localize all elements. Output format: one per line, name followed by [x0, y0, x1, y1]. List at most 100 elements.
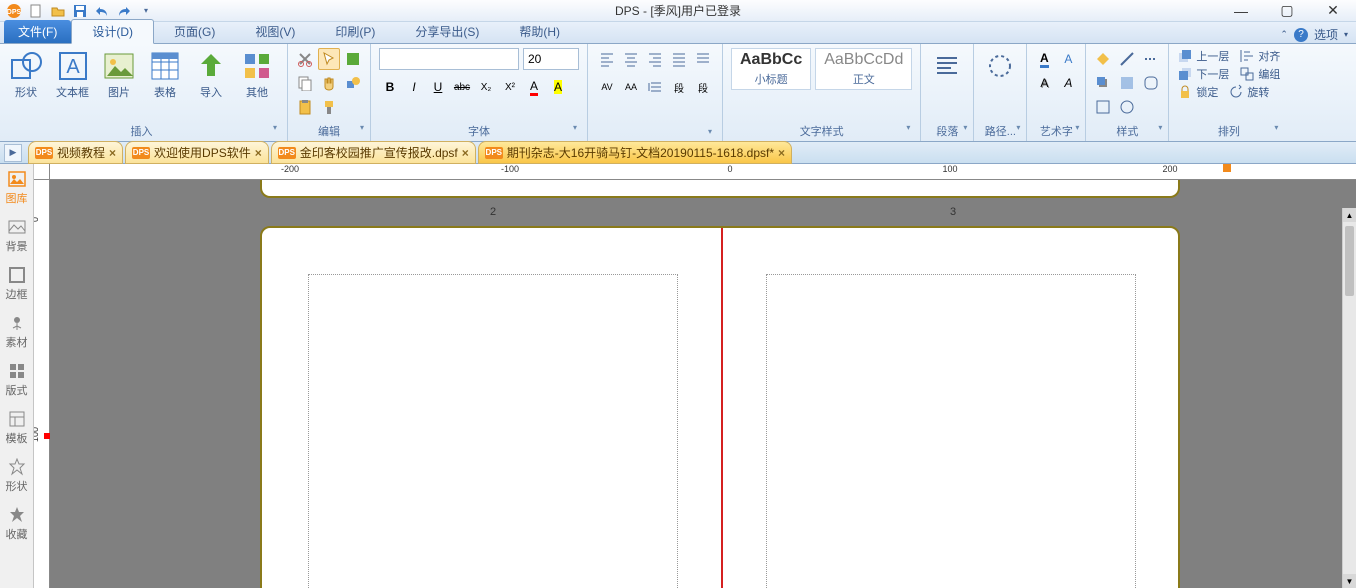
- align-justify-button[interactable]: [668, 48, 690, 70]
- bold-button[interactable]: B: [379, 76, 401, 98]
- fill-button[interactable]: [1092, 48, 1114, 70]
- new-doc-icon[interactable]: [28, 3, 44, 19]
- pages-container[interactable]: 2 3: [50, 180, 1356, 588]
- shapes-small-button[interactable]: [342, 72, 364, 94]
- scroll-up-icon[interactable]: ▲: [1343, 208, 1356, 222]
- insert-textframe-button[interactable]: A 文本框: [50, 46, 95, 104]
- options-link[interactable]: 选项: [1314, 26, 1338, 43]
- align-center-button[interactable]: [620, 48, 642, 70]
- caret-icon[interactable]: ⌃: [1280, 29, 1288, 40]
- wordart-fill-button[interactable]: A: [1033, 48, 1055, 70]
- line-button[interactable]: [1116, 48, 1138, 70]
- page-spread[interactable]: [260, 226, 1180, 588]
- paste-button[interactable]: [294, 96, 316, 118]
- save-icon[interactable]: [72, 3, 88, 19]
- side-clipart[interactable]: 素材: [0, 308, 33, 356]
- paragraph-button[interactable]: [925, 46, 969, 88]
- tab-view[interactable]: 视图(V): [235, 20, 315, 43]
- side-gallery[interactable]: 图库: [0, 164, 33, 212]
- tab-close-icon[interactable]: ×: [255, 146, 262, 160]
- side-border[interactable]: 边框: [0, 260, 33, 308]
- doc-tab-3[interactable]: DPS期刊杂志-大16开骑马钉-文档20190115-1618.dpsf*×: [478, 141, 792, 164]
- side-shape[interactable]: 形状: [0, 452, 33, 500]
- wordart-effect-button[interactable]: A: [1033, 72, 1055, 94]
- align-right-button[interactable]: [644, 48, 666, 70]
- send-backward-button[interactable]: 下一层: [1177, 66, 1229, 82]
- tab-design[interactable]: 设计(D): [71, 19, 154, 44]
- italic-button[interactable]: I: [403, 76, 425, 98]
- shadow-button[interactable]: [1092, 72, 1114, 94]
- pointer-button[interactable]: [318, 48, 340, 70]
- ruler-horizontal[interactable]: -200 -100 0 100 200: [50, 164, 1356, 180]
- tab-close-icon[interactable]: ×: [462, 146, 469, 160]
- para-after-button[interactable]: 段: [692, 76, 714, 98]
- ruler-vertical[interactable]: 0 100: [34, 180, 50, 588]
- style-more-button[interactable]: [1092, 96, 1114, 118]
- align-distribute-button[interactable]: [692, 48, 714, 70]
- tab-close-icon[interactable]: ×: [778, 146, 785, 160]
- strike-button[interactable]: abc: [451, 76, 473, 98]
- side-layout[interactable]: 版式: [0, 356, 33, 404]
- maximize-button[interactable]: ▢: [1264, 0, 1310, 22]
- side-favorite[interactable]: 收藏: [0, 500, 33, 548]
- corner-button[interactable]: [1140, 72, 1162, 94]
- tab-close-icon[interactable]: ×: [109, 146, 116, 160]
- file-menu[interactable]: 文件(F): [4, 20, 71, 43]
- copy-button[interactable]: [294, 72, 316, 94]
- opacity-button[interactable]: [1116, 72, 1138, 94]
- stamp-button[interactable]: [342, 48, 364, 70]
- doc-tab-2[interactable]: DPS金印客校园推广宣传报改.dpsf×: [271, 141, 476, 164]
- insert-table-button[interactable]: 表格: [143, 46, 187, 104]
- hand-button[interactable]: [318, 72, 340, 94]
- insert-other-button[interactable]: 其他: [235, 46, 279, 104]
- insert-import-button[interactable]: 导入: [189, 46, 233, 104]
- options-caret-icon[interactable]: ▾: [1344, 30, 1348, 39]
- dash-button[interactable]: [1140, 48, 1162, 70]
- wordart-outline-button[interactable]: A: [1057, 48, 1079, 70]
- tab-print[interactable]: 印刷(P): [315, 20, 395, 43]
- spacing-av-button[interactable]: AV: [596, 76, 618, 98]
- open-icon[interactable]: [50, 3, 66, 19]
- redo-icon[interactable]: [116, 3, 132, 19]
- underline-button[interactable]: U: [427, 76, 449, 98]
- style-body[interactable]: AaBbCcDd 正文: [815, 48, 912, 90]
- font-color-button[interactable]: A: [523, 76, 545, 98]
- group-button[interactable]: 编组: [1239, 66, 1280, 82]
- highlight-button[interactable]: A: [547, 76, 569, 98]
- side-template[interactable]: 模板: [0, 404, 33, 452]
- style-more2-button[interactable]: [1116, 96, 1138, 118]
- scrollbar-thumb[interactable]: [1345, 226, 1354, 296]
- vertical-scrollbar[interactable]: ▲ ▼: [1342, 208, 1356, 588]
- para-before-button[interactable]: 段: [668, 76, 690, 98]
- style-subtitle[interactable]: AaBbCc 小标题: [731, 48, 811, 90]
- align-button[interactable]: 对齐: [1239, 48, 1280, 64]
- tab-export[interactable]: 分享导出(S): [395, 20, 499, 43]
- bring-forward-button[interactable]: 上一层: [1177, 48, 1229, 64]
- collapse-panel-button[interactable]: ▶: [4, 144, 22, 162]
- subscript-button[interactable]: X₂: [475, 76, 497, 98]
- tab-help[interactable]: 帮助(H): [499, 20, 580, 43]
- ruler-marker[interactable]: [1223, 164, 1231, 172]
- minimize-button[interactable]: —: [1218, 0, 1264, 22]
- wordart-transform-button[interactable]: A: [1057, 72, 1079, 94]
- spacing-aa-button[interactable]: AA: [620, 76, 642, 98]
- rotate-button[interactable]: 旋转: [1228, 84, 1269, 100]
- close-button[interactable]: ✕: [1310, 0, 1356, 22]
- scroll-down-icon[interactable]: ▼: [1343, 574, 1356, 588]
- cut-button[interactable]: [294, 48, 316, 70]
- side-background[interactable]: 背景: [0, 212, 33, 260]
- path-button[interactable]: [978, 46, 1022, 88]
- font-size-combo[interactable]: 20: [523, 48, 579, 70]
- insert-shape-button[interactable]: 形状: [4, 46, 48, 104]
- font-family-combo[interactable]: [379, 48, 519, 70]
- format-painter-button[interactable]: [318, 96, 340, 118]
- undo-icon[interactable]: [94, 3, 110, 19]
- doc-tab-1[interactable]: DPS欢迎使用DPS软件×: [125, 141, 269, 164]
- lock-button[interactable]: 锁定: [1177, 84, 1218, 100]
- help-icon[interactable]: ?: [1294, 28, 1308, 42]
- align-left-button[interactable]: [596, 48, 618, 70]
- tab-page[interactable]: 页面(G): [154, 20, 235, 43]
- insert-image-button[interactable]: 图片: [97, 46, 141, 104]
- doc-tab-0[interactable]: DPS视频教程×: [28, 141, 123, 164]
- qat-more-icon[interactable]: ▾: [138, 3, 154, 19]
